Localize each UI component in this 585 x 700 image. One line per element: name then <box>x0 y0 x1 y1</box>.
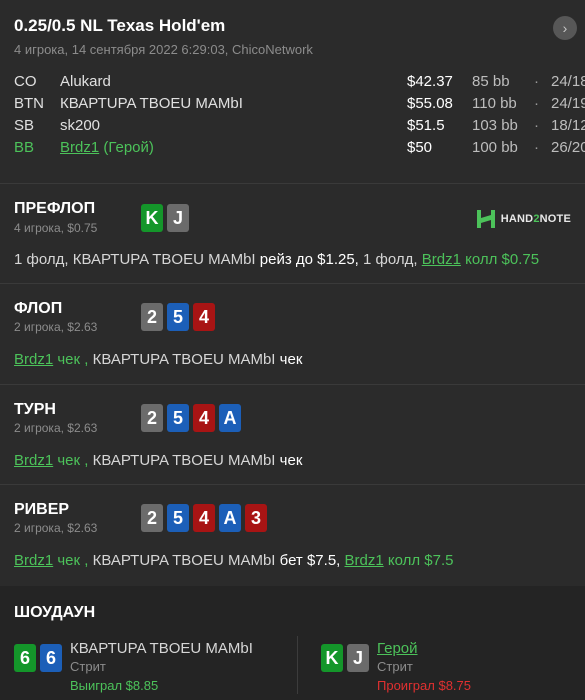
player-row[interactable]: CO Alukard $42.37 85 bb · 24/18 <box>14 71 585 93</box>
hero-result: Проиграл $8.75 <box>377 678 471 693</box>
player-vpip-pfr: 26/20 <box>551 139 585 156</box>
playing-card: 5 <box>167 504 189 532</box>
playing-card: 4 <box>193 303 215 331</box>
game-subtitle: 4 игрока, 14 сентября 2022 6:29:03, Chic… <box>14 42 313 57</box>
villain-name[interactable]: КВАРТUPA TBOEU MAMbI <box>70 640 253 657</box>
playing-card: 3 <box>245 504 267 532</box>
game-title: 0.25/0.5 NL Texas Hold'em <box>14 16 226 35</box>
board-cards: 254A <box>141 404 241 432</box>
hand-header: 0.25/0.5 NL Texas Hold'em 4 игрока, 14 с… <box>0 0 585 184</box>
hero-link[interactable]: Brdz1 <box>345 552 384 569</box>
player-name: sk200 <box>60 117 101 134</box>
chevron-right-icon[interactable]: › <box>553 16 577 40</box>
playing-card: A <box>219 404 241 432</box>
playing-card: 4 <box>193 404 215 432</box>
playing-card: 2 <box>141 303 163 331</box>
street-players-pot: 2 игрока, $2.63 <box>14 320 98 334</box>
player-stack: $51.5 <box>407 117 445 134</box>
street-actions: Brdz1 чек , КВАРТUPA TBOEU MAMbI чек <box>14 452 303 469</box>
playing-card: 6 <box>40 644 62 672</box>
playing-card: A <box>219 504 241 532</box>
street-title: РИВЕР <box>14 501 70 518</box>
hand2note-logo: HAND2NOTE <box>475 208 571 230</box>
playing-card: 5 <box>167 404 189 432</box>
street-flop: ФЛОП 2 игрока, $2.63 254 Brdz1 чек , КВА… <box>0 284 585 385</box>
showdown-title: ШОУДАУН <box>14 604 96 621</box>
street-players-pot: 4 игрока, $0.75 <box>14 221 98 235</box>
hero-player-row[interactable]: BB Brdz1 (Герой) $50 100 bb · 26/20 <box>14 137 585 159</box>
playing-card: J <box>347 644 369 672</box>
separator-dot: · <box>534 117 539 134</box>
playing-card: K <box>321 644 343 672</box>
showdown-section: ШОУДАУН 66 КВАРТUPA TBOEU MAMbI Стрит Вы… <box>0 586 585 700</box>
player-stack: $42.37 <box>407 73 453 90</box>
player-vpip-pfr: 24/19 <box>551 95 585 112</box>
playing-card: 6 <box>14 644 36 672</box>
street-title: ФЛОП <box>14 300 63 317</box>
street-turn: ТУРН 2 игрока, $2.63 254A Brdz1 чек , КВ… <box>0 385 585 485</box>
playing-card: 4 <box>193 504 215 532</box>
separator-dot: · <box>534 73 539 90</box>
player-row[interactable]: SB sk200 $51.5 103 bb · 18/12 <box>14 115 585 137</box>
hole-cards: KJ <box>141 204 189 232</box>
playing-card: J <box>167 204 189 232</box>
separator-dot: · <box>534 139 539 156</box>
separator-dot: · <box>534 95 539 112</box>
street-players-pot: 2 игрока, $2.63 <box>14 521 98 535</box>
hero-name: Brdz1 (Герой) <box>60 139 154 156</box>
player-name: КВАРТUPA TBOEU MAMbI <box>60 95 243 112</box>
street-river: РИВЕР 2 игрока, $2.63 254A3 Brdz1 чек , … <box>0 485 585 585</box>
street-actions: 1 фолд, КВАРТUPA TBOEU MAMbI рейз до $1.… <box>14 251 540 268</box>
street-preflop: ПРЕФЛОП 4 игрока, $0.75 KJ HAND2NOTE 1 ф… <box>0 184 585 284</box>
players-table: CO Alukard $42.37 85 bb · 24/18 BTN КВАР… <box>14 71 585 159</box>
player-position: CO <box>14 73 37 90</box>
street-title: ТУРН <box>14 401 56 418</box>
player-stack-bb: 103 bb <box>472 117 518 134</box>
player-stack: $50 <box>407 139 433 156</box>
hand-history-panel: 0.25/0.5 NL Texas Hold'em 4 игрока, 14 с… <box>0 0 585 700</box>
player-position: SB <box>14 117 35 134</box>
hero-suffix: (Герой) <box>103 139 154 156</box>
player-position: BB <box>14 139 35 156</box>
hero-name-link[interactable]: Brdz1 <box>60 139 99 156</box>
hero-name-link[interactable]: Герой <box>377 640 418 657</box>
showdown-divider <box>297 636 298 694</box>
hand2note-logo-icon <box>476 210 495 228</box>
player-stack: $55.08 <box>407 95 453 112</box>
player-position: BTN <box>14 95 44 112</box>
playing-card: 2 <box>141 404 163 432</box>
playing-card: 5 <box>167 303 189 331</box>
board-cards: 254 <box>141 303 215 331</box>
villain-result: Выиграл $8.85 <box>70 678 159 693</box>
player-stack-bb: 110 bb <box>472 95 517 112</box>
hero-link[interactable]: Brdz1 <box>422 251 461 268</box>
street-players-pot: 2 игрока, $2.63 <box>14 421 98 435</box>
playing-card: 2 <box>141 504 163 532</box>
playing-card: K <box>141 204 163 232</box>
street-title: ПРЕФЛОП <box>14 200 96 217</box>
player-vpip-pfr: 24/18 <box>551 73 585 90</box>
hand2note-logo-text: HAND2NOTE <box>500 213 571 225</box>
hero-link[interactable]: Brdz1 <box>14 351 53 368</box>
hero-link[interactable]: Brdz1 <box>14 452 53 469</box>
street-actions: Brdz1 чек , КВАРТUPA TBOEU MAMbI бет $7.… <box>14 552 454 569</box>
hero-link[interactable]: Brdz1 <box>14 552 53 569</box>
villain-hand-rank: Стрит <box>70 659 106 674</box>
street-actions: Brdz1 чек , КВАРТUPA TBOEU MAMbI чек <box>14 351 303 368</box>
player-stack-bb: 100 bb <box>472 139 518 156</box>
hero-hand-rank: Стрит <box>377 659 413 674</box>
board-cards: 254A3 <box>141 504 267 532</box>
player-name: Alukard <box>60 73 111 90</box>
player-stack-bb: 85 bb <box>472 73 510 90</box>
hero-hole-cards: KJ <box>321 644 369 672</box>
villain-hole-cards: 66 <box>14 644 62 672</box>
player-row[interactable]: BTN КВАРТUPA TBOEU MAMbI $55.08 110 bb ·… <box>14 93 585 115</box>
player-vpip-pfr: 18/12 <box>551 117 585 134</box>
